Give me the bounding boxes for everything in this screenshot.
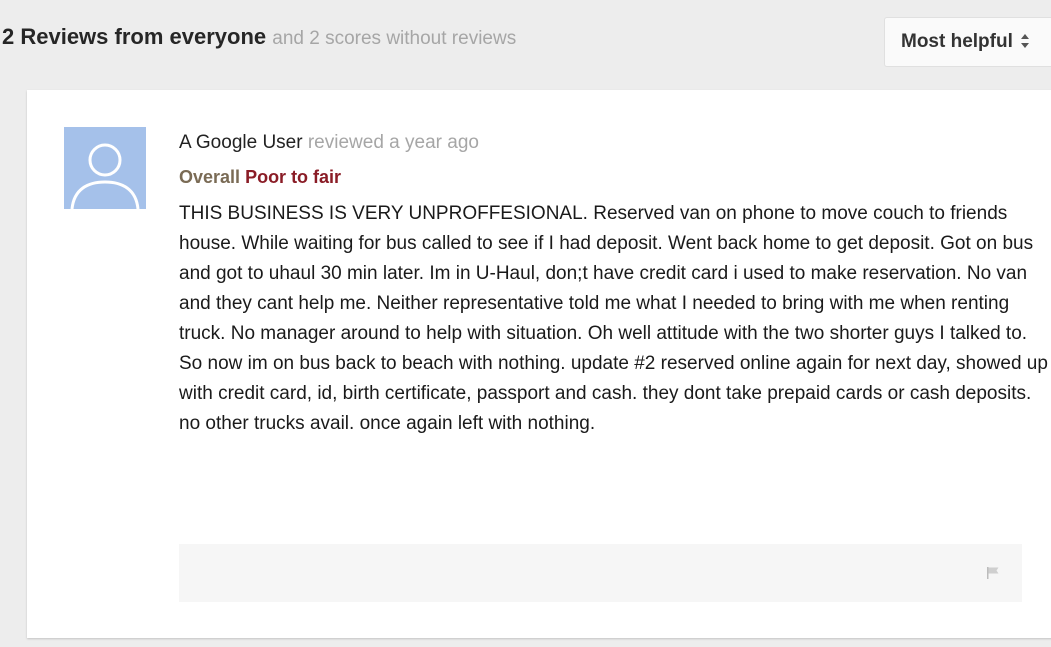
rating-label: Overall <box>179 167 241 187</box>
reviews-header: 2 Reviews from everyone and 2 scores wit… <box>0 0 1051 80</box>
review-rating: Overall Poor to fair <box>179 167 341 188</box>
review-meta: A Google User reviewed a year ago <box>179 132 479 154</box>
rating-value: Poor to fair <box>245 167 342 187</box>
sort-arrows-icon <box>1020 33 1030 51</box>
review-body: THIS BUSINESS IS VERY UNPROFFESIONAL. Re… <box>179 203 1048 434</box>
default-user-avatar-icon[interactable] <box>64 127 146 209</box>
review-date: reviewed a year ago <box>307 132 479 153</box>
reviews-count-title: 2 Reviews from everyone <box>2 24 267 49</box>
sort-label: Most helpful <box>901 31 1013 52</box>
review-card: A Google User reviewed a year ago Overal… <box>27 90 1051 638</box>
review-author[interactable]: A Google User <box>179 132 303 153</box>
reviews-heading: 2 Reviews from everyone and 2 scores wit… <box>2 24 516 50</box>
sort-dropdown[interactable]: Most helpful <box>884 17 1051 67</box>
reviews-subtitle: and 2 scores without reviews <box>272 28 517 49</box>
flag-icon[interactable] <box>986 566 1000 585</box>
review-actions-bar <box>179 544 1022 602</box>
